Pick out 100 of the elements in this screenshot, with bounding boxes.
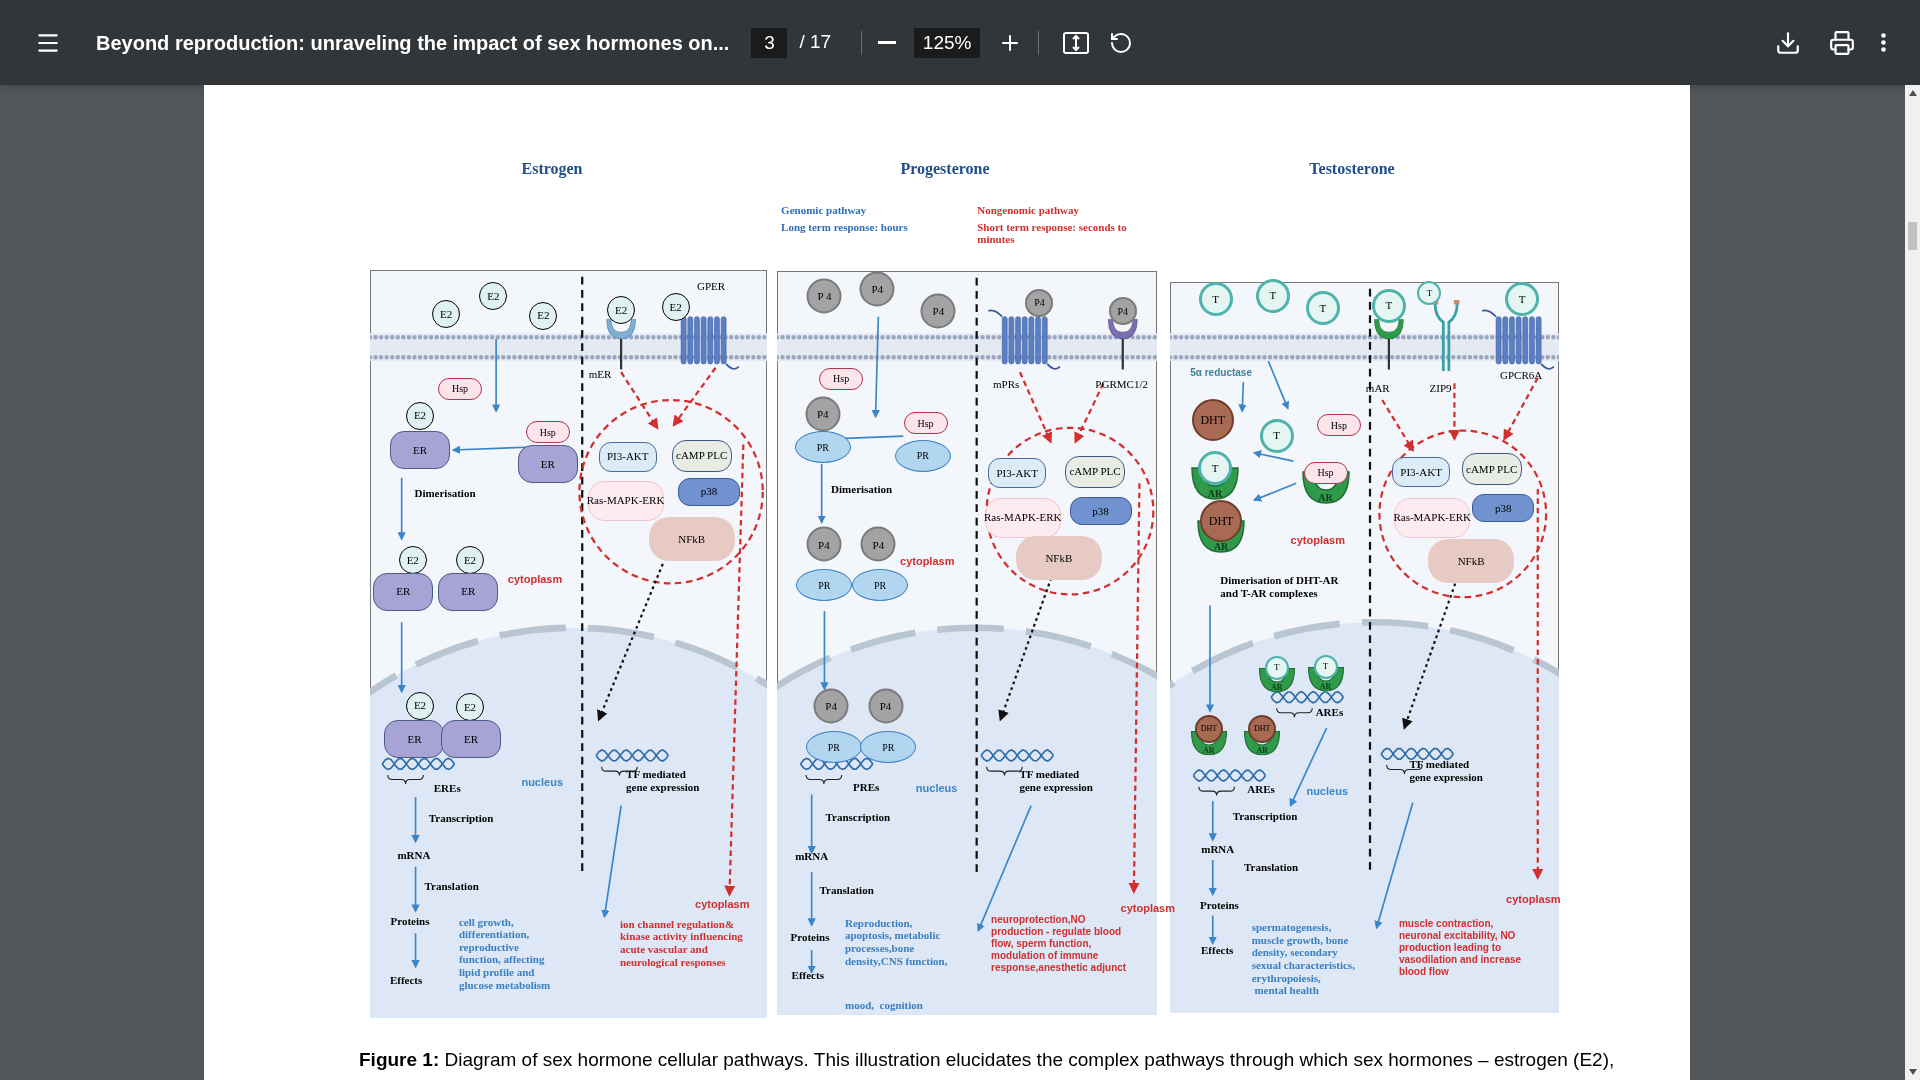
er-receptor: ER [373,572,434,611]
diagram-label: Proteins [1200,899,1239,913]
region-label: cytoplasm [1290,532,1345,548]
diagram-label: Effects [389,973,423,988]
receptor-icon [1481,309,1555,370]
diagram-label: Dimerisation [831,483,893,497]
effects-text: mood, cognition [845,998,923,1012]
region-label: nucleus [1306,783,1348,799]
region-label: cytoplasm [1506,891,1561,907]
er-receptor: ER [441,719,502,758]
download-icon [1775,29,1801,56]
diagram-label: Dimerisation of DHT-AR and T-AR complexes [1220,574,1339,601]
arrow [807,949,816,974]
diagram-label: Transcription [825,811,891,825]
fit-page-button[interactable] [1063,30,1090,55]
printer-icon [1829,29,1855,56]
er-receptor: ER [390,431,450,469]
effects-text: cell growth, differentiation, reproductive function, affecting lipid profile and glucose metabolism [458,915,551,992]
more-icon [1881,33,1886,52]
rotate-button[interactable] [1109,30,1134,55]
arrow [807,793,816,855]
arrow [411,932,420,969]
diagram-label: Proteins [790,931,830,945]
effects-text: ion channel regulation& kinase activity influencing acute vascular and neurological responses [620,917,743,969]
receptor-icon [1374,319,1404,370]
receptor-icon [1108,319,1138,370]
kinase-node: PI3-AKT [1392,457,1451,488]
receptor-label: GPER [697,278,726,294]
diagram-label: AREs [1247,783,1275,797]
kinase-node: p38 [1472,494,1535,523]
arrow [397,476,406,541]
receptor-icon [987,309,1061,370]
diagram-label: mRNA [1201,843,1235,857]
receptor-label: mPRs [992,377,1020,393]
diagram-label: Dimerisation [414,487,476,502]
scroll-down-icon[interactable] [1908,1069,1917,1075]
region-label: nucleus [915,781,958,797]
kinase-node: NFkB [1015,536,1102,581]
arrow [411,865,420,913]
figure-caption: Figure 1: Diagram of sex hormone cellular pathways. This illustration elucidates the complex pathways through which sex hormones – estrogen (E2), [358,1048,1616,1072]
arrow [817,463,826,524]
er-receptor: ER [438,572,499,611]
diagram-label: Translation [819,883,874,898]
kinase-node: Ras-MAPK-ERK [1394,497,1471,538]
scrollbar-thumb[interactable] [1908,222,1917,250]
arrow [1381,399,1414,452]
kinase-node: PI3-AKT [988,458,1047,489]
effects-text: muscle contraction, neuronal excitability, NO production leading to vasodilation and increase blood flow [1398,917,1522,978]
diagram-label: Proteins [390,915,430,929]
diagram-label: TF mediated gene expression [1019,767,1093,794]
diagram-label: mRNA [397,848,431,863]
arrow [1238,381,1247,413]
region-label: cytoplasm [507,572,563,588]
diagram-label: Effects [791,969,824,983]
kinase-node: cAMP PLC [1461,453,1522,486]
page-number-field[interactable]: 3 [751,27,788,58]
effects-text: spermatogenesis, muscle growth, bone density, secondary sexual characteristics, erythropoiesis, mental health [1251,921,1355,997]
enzyme-label: 5α reductase [1190,365,1252,380]
scroll-up-icon[interactable] [1908,90,1917,96]
arrow [1208,914,1217,945]
region-label: cytoplasm [900,553,955,569]
kinase-node: NFkB [1428,539,1515,584]
pathway-note: Genomic pathway [781,204,867,217]
receptor-label: PGRMC1/2 [1095,377,1148,393]
diagram-label: EREs [433,782,461,796]
arrow [620,371,659,430]
more-options-button[interactable] [1881,33,1886,52]
panel-title: Testosterone [1309,159,1395,179]
zoom-out-button[interactable] [878,41,897,44]
document-title: Beyond reproduction: unraveling the impact of sex hormones on... [96,30,730,56]
pathway-note: Short term response: seconds to minutes [977,221,1127,246]
diagram-label: Effects [1201,943,1234,958]
panel-title: Progesterone [900,159,990,180]
page-total: / 17 [799,30,832,55]
arrow [1252,450,1295,462]
receptor-label: mAR [1365,380,1390,396]
print-button[interactable] [1829,29,1855,56]
arrow [1267,360,1290,410]
diagram-label: AREs [1315,706,1344,720]
arrow [411,796,420,844]
diagram-label: Transcription [1232,810,1298,824]
receptor-label: mER [588,367,612,383]
er-receptor: ER [517,445,578,484]
download-button[interactable] [1775,29,1801,56]
panel-title: Estrogen [521,159,583,180]
diagram-label: Transcription [428,812,494,826]
pathway-note: Long term response: hours [781,221,908,234]
rotate-icon [1109,30,1134,55]
arrow [807,871,816,927]
diagram-label: TF mediated gene expression [626,767,700,794]
arrow [1208,800,1217,842]
diagram-label: TF mediated gene expression [1409,757,1483,784]
fit-page-icon [1063,30,1090,55]
region-label: cytoplasm [695,897,750,913]
arrow [672,367,717,427]
kinase-node: Ras-MAPK-ERK [587,481,664,522]
region-label: nucleus [521,774,563,790]
pathway-note: Nongenomic pathway [977,204,1079,217]
zoom-field[interactable]: 125% [914,27,981,58]
arrow [1208,859,1217,897]
